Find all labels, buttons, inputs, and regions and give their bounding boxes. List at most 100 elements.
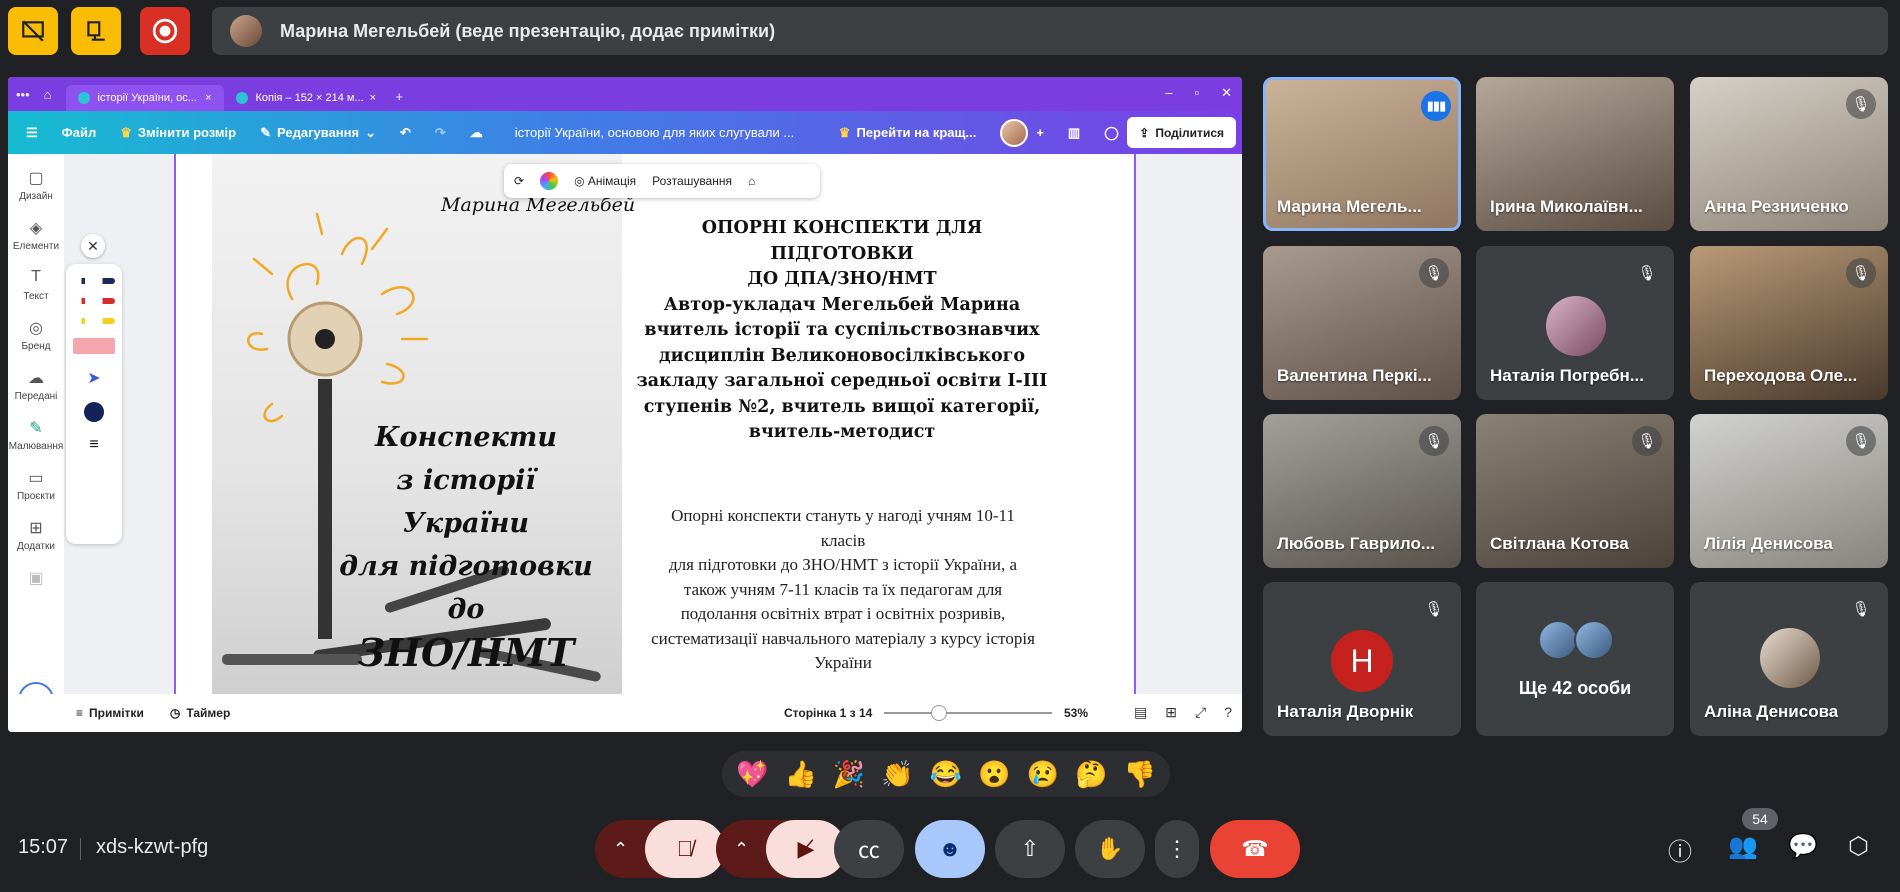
rail-item-apps[interactable]: ⊞ Додатки (17, 518, 55, 552)
refresh-icon[interactable]: ⟳ (514, 174, 524, 188)
minimize-icon[interactable]: – (1165, 85, 1172, 101)
people-icon[interactable]: 👥 (1728, 832, 1758, 861)
pen-tool[interactable] (73, 278, 115, 284)
mic-off-icon: 🎙 (1846, 426, 1876, 456)
recording-icon[interactable] (140, 7, 190, 55)
close-icon[interactable]: × (199, 92, 211, 104)
maximize-icon[interactable]: ▫ (1194, 85, 1199, 101)
info-icon[interactable]: ⓘ (1668, 832, 1692, 867)
more-icon[interactable]: ••• (16, 87, 30, 102)
crown-icon: ♛ (838, 124, 851, 140)
more-participants-tile[interactable]: Ще 42 особи (1476, 582, 1674, 736)
participant-tile[interactable]: 🎙 Переходова Оле... (1690, 246, 1888, 400)
highlighter-tool[interactable] (73, 318, 115, 324)
participant-tile[interactable]: 🎙 Аліна Денисова (1690, 582, 1888, 736)
chat-icon[interactable]: 💬 (1788, 832, 1818, 861)
add-collaborator-icon[interactable]: + (1036, 125, 1044, 140)
home-icon[interactable]: ⌂ (44, 87, 52, 102)
activities-icon[interactable]: ⬡ (1848, 832, 1869, 861)
menu-icon[interactable]: ☰ (26, 125, 38, 141)
editor-toolbar: ☰ Файл ♛ Змінити розмір ✎ Редагування ⌄ ↶ ↷… (8, 111, 1242, 154)
marker-tool[interactable] (73, 298, 115, 304)
page-view-icon[interactable]: ▤ (1134, 704, 1147, 721)
rail-item-uploads[interactable]: ☁ Передані (15, 368, 58, 402)
browser-tab[interactable]: історії України, ос... × (65, 85, 224, 111)
animation-button[interactable]: ◎ Анімація (574, 174, 636, 188)
slide-page[interactable]: Марина Мегельбей Конспекти з історії Укр… (174, 154, 1136, 694)
more-options-button[interactable]: ⋮ (1155, 820, 1199, 878)
upgrade-button[interactable]: ♛ Перейти на кращ... (839, 125, 977, 141)
reaction-party-icon[interactable]: 🎉 (833, 759, 865, 790)
file-menu[interactable]: Файл (62, 125, 97, 140)
mic-off-button[interactable]: 🎙̸ (645, 820, 725, 878)
grid-view-icon[interactable]: ⊞ (1165, 704, 1177, 721)
reaction-thumbs-down-icon[interactable]: 👎 (1124, 759, 1156, 790)
reaction-clap-icon[interactable]: 👏 (881, 759, 913, 790)
rail-item-brand[interactable]: ◎ Бренд (21, 318, 50, 352)
browser-tab-label: Копія – 152 × 214 м... (255, 92, 364, 104)
redo-button[interactable]: ↷ (435, 125, 446, 141)
analytics-icon[interactable]: ▥ (1068, 125, 1080, 141)
close-icon[interactable]: ✕ (81, 234, 105, 258)
select-arrow-icon[interactable]: ➤ (87, 368, 100, 388)
timer-button[interactable]: ◷ Таймер (170, 706, 230, 720)
participant-tile[interactable]: 🎙 Наталія Погребн... (1476, 246, 1674, 400)
whiteboard-icon[interactable] (71, 7, 121, 55)
resize-button[interactable]: ♛ Змінити розмір (120, 125, 236, 141)
close-icon[interactable]: × (364, 92, 376, 104)
presentation-off-icon[interactable] (8, 7, 58, 55)
fullscreen-icon[interactable]: ⤢ (1195, 704, 1206, 721)
slide-heading[interactable]: ОПОРНІ КОНСПЕКТИ ДЛЯ ПІДГОТОВКИ ДО ДПА/З… (632, 216, 1052, 446)
position-button[interactable]: Розташування (652, 174, 732, 188)
reaction-surprised-icon[interactable]: 😮 (978, 759, 1010, 790)
raise-hand-button[interactable]: ✋ (1075, 820, 1145, 878)
zoom-slider-handle[interactable] (931, 705, 948, 721)
help-icon[interactable]: ? (1224, 704, 1232, 721)
resize-label: Змінити розмір (137, 125, 237, 140)
image-icon[interactable]: ▣ (28, 568, 43, 591)
close-window-icon[interactable]: ✕ (1221, 85, 1232, 101)
chevron-up-icon[interactable]: ⌃ (613, 839, 628, 860)
participant-tile[interactable]: 🎙 Любовь Гаврило... (1263, 414, 1461, 568)
notes-button[interactable]: ≡ Примітки (76, 706, 144, 720)
stroke-weight-icon[interactable]: ≡ (89, 436, 98, 454)
edit-label: Редагування (277, 125, 360, 140)
browser-tab[interactable]: Копія – 152 × 214 м... × (224, 85, 382, 111)
edit-menu[interactable]: ✎ Редагування ⌄ (260, 125, 376, 141)
emoji-reactions-button[interactable]: ☻ (915, 820, 985, 878)
zoom-value[interactable]: 53% (1064, 706, 1088, 720)
rail-item-text[interactable]: T Текст (23, 268, 48, 302)
eraser-tool[interactable] (73, 338, 115, 354)
share-button[interactable]: ⇪ Поділитися (1127, 117, 1236, 148)
chevron-up-icon[interactable]: ⌃ (734, 839, 749, 860)
new-tab-button[interactable]: + (396, 89, 404, 104)
participant-tile[interactable]: Ірина Миколаївн... (1476, 77, 1674, 231)
reaction-laugh-icon[interactable]: 😂 (930, 759, 962, 790)
reaction-sad-icon[interactable]: 😢 (1027, 759, 1059, 790)
color-swatch[interactable] (84, 402, 104, 422)
participant-tile[interactable]: 🎙 Світлана Котова (1476, 414, 1674, 568)
avatar[interactable] (1000, 118, 1029, 147)
participant-tile[interactable]: 🎙 Лілія Денисова (1690, 414, 1888, 568)
rail-item-projects[interactable]: ▭ Проєкти (17, 468, 55, 502)
participant-tile[interactable]: ▮▮▮ Марина Мегель... (1263, 77, 1461, 231)
rail-item-elements[interactable]: ◈ Елементи (13, 218, 59, 252)
color-picker-icon[interactable] (540, 172, 559, 190)
reaction-thinking-icon[interactable]: 🤔 (1075, 759, 1107, 790)
present-screen-button[interactable]: ⇧ (995, 820, 1065, 878)
participant-tile[interactable]: 🎙 Анна Резниченко (1690, 77, 1888, 231)
reaction-heart-icon[interactable]: 💖 (736, 759, 768, 790)
paint-roller-icon[interactable]: ⌂ (748, 174, 755, 188)
document-title[interactable]: історії України, основою для яких слугув… (515, 125, 815, 140)
comment-icon[interactable]: ◯ (1104, 125, 1119, 141)
undo-button[interactable]: ↶ (400, 125, 411, 141)
captions-button[interactable]: ㏄ (834, 820, 904, 878)
slide-body-text[interactable]: Опорні конспекти стануть у нагоді учням … (648, 504, 1038, 676)
participant-tile[interactable]: 🎙 Валентина Перкі... (1263, 246, 1461, 400)
rail-item-draw[interactable]: ✎ Малювання (9, 418, 64, 452)
rail-item-design[interactable]: ▢ Дизайн (19, 168, 53, 202)
zoom-slider[interactable] (884, 705, 1052, 721)
reaction-thumbs-up-icon[interactable]: 👍 (784, 759, 816, 790)
leave-call-button[interactable]: ☎ (1210, 820, 1300, 878)
participant-tile[interactable]: 🎙 Н Наталія Дворнік (1263, 582, 1461, 736)
